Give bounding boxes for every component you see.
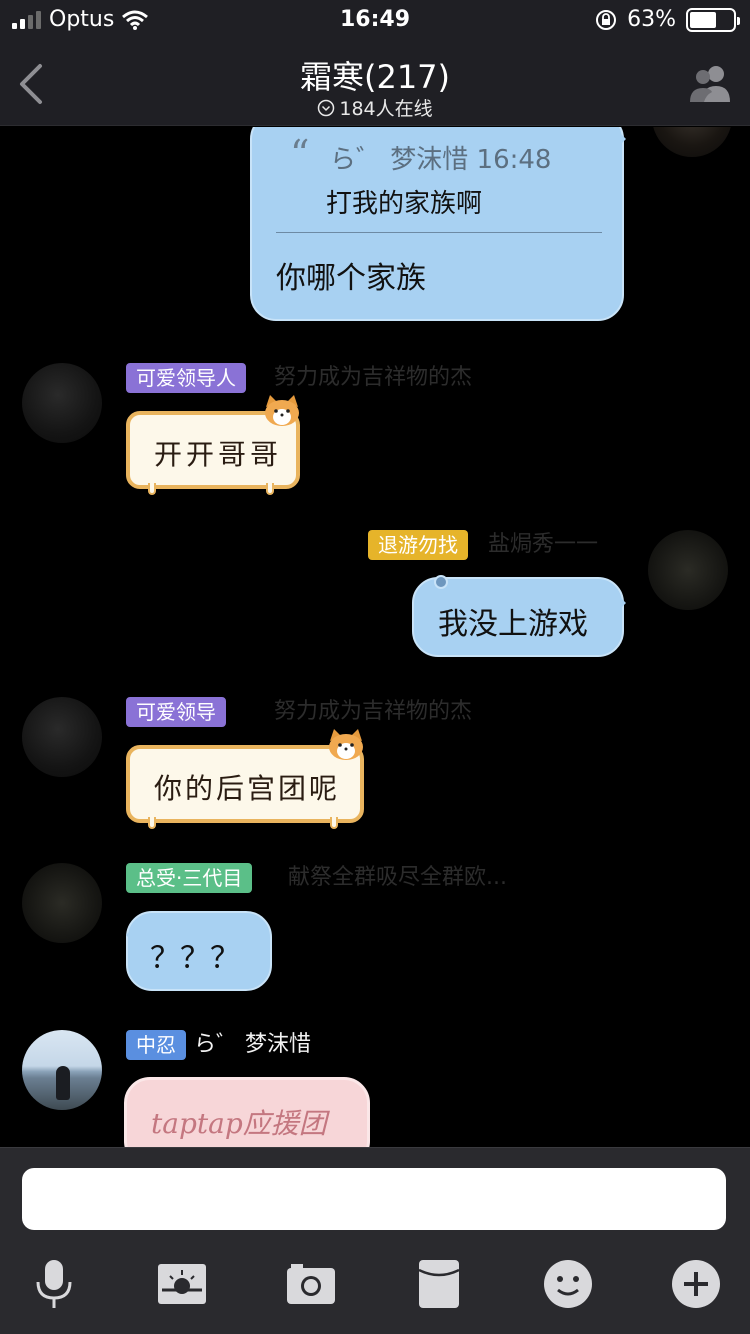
sender-nickname[interactable]: ら゛ 梦沫惜	[194, 1030, 311, 1060]
corgi-message-bubble[interactable]: 你的后宫团呢	[126, 729, 364, 829]
group-title[interactable]: 霜寒(217)	[0, 52, 750, 98]
status-right: 63%	[595, 7, 740, 32]
online-count: 184人在线	[339, 98, 433, 120]
message-bubble[interactable]: ？？？	[126, 911, 272, 991]
member-title-badge: 可爱领导	[126, 697, 226, 727]
sender-nickname[interactable]: 努力成为吉祥物的杰	[274, 363, 472, 393]
message-text: 你哪个家族	[276, 261, 426, 296]
sender-nickname[interactable]: 努力成为吉祥物的杰	[274, 697, 472, 727]
member-title-badge: 中忍	[126, 1030, 186, 1060]
message-text: 我没上游戏	[438, 607, 588, 642]
member-title-badge: 退游勿找	[368, 530, 468, 560]
battery-percent: 63%	[627, 7, 676, 32]
microphone-icon[interactable]	[26, 1256, 82, 1312]
input-area	[0, 1147, 750, 1334]
message-input[interactable]	[22, 1168, 726, 1230]
corgi-message-bubble[interactable]: 开开哥哥	[126, 395, 300, 495]
message-text: 开开哥哥	[154, 438, 283, 471]
pink-message-bubble[interactable]: taptap应援团	[124, 1077, 370, 1147]
sender-nickname[interactable]: 献祭全群吸尽全群欧...	[288, 863, 507, 893]
red-packet-icon[interactable]	[411, 1256, 467, 1312]
message-text: ？？？	[150, 941, 240, 976]
quote-text: 打我的家族啊	[326, 189, 483, 219]
message-text: 你的后宫团呢	[154, 772, 341, 805]
input-toolbar	[0, 1248, 750, 1328]
chevron-down-circle-icon	[318, 99, 335, 116]
avatar[interactable]	[648, 530, 728, 610]
member-title-badge: 总受·三代目	[126, 863, 253, 893]
quote-block[interactable]: “ ら゛ 梦沫惜 16:48 打我的家族啊	[276, 135, 602, 233]
corgi-icon	[329, 729, 363, 760]
avatar[interactable]	[22, 363, 102, 443]
member-title-badge: 可爱领导人	[126, 363, 246, 393]
image-icon[interactable]	[154, 1256, 210, 1312]
bubble-dot	[434, 575, 448, 589]
sender-nickname[interactable]: 盐焗秀一一	[488, 530, 598, 560]
rotation-lock-icon	[596, 9, 617, 30]
avatar[interactable]	[22, 863, 102, 943]
online-status[interactable]: 184人在线	[0, 94, 750, 121]
chat-area[interactable]: “ ら゛ 梦沫惜 16:48 打我的家族啊 你哪个家族 可爱领导人 努力成为吉祥…	[0, 127, 750, 1147]
message-text: taptap应援团	[151, 1107, 327, 1140]
plus-icon[interactable]	[668, 1256, 724, 1312]
status-bar: Optus 16:49 63%	[0, 0, 750, 40]
group-members-icon[interactable]	[686, 62, 734, 104]
quote-mark-icon: “	[290, 132, 310, 176]
nav-bar: 霜寒(217) 184人在线	[0, 40, 750, 126]
corgi-icon	[265, 395, 299, 426]
quote-author: ら゛ 梦沫惜 16:48	[330, 145, 552, 175]
avatar[interactable]	[22, 697, 102, 777]
battery-icon	[686, 7, 740, 32]
reply-message-bubble[interactable]: “ ら゛ 梦沫惜 16:48 打我的家族啊 你哪个家族	[250, 127, 626, 321]
emoji-icon[interactable]	[540, 1256, 596, 1312]
message-bubble[interactable]: 我没上游戏	[412, 575, 626, 657]
avatar[interactable]	[652, 127, 732, 157]
avatar[interactable]	[22, 1030, 102, 1110]
camera-icon[interactable]	[283, 1256, 339, 1312]
